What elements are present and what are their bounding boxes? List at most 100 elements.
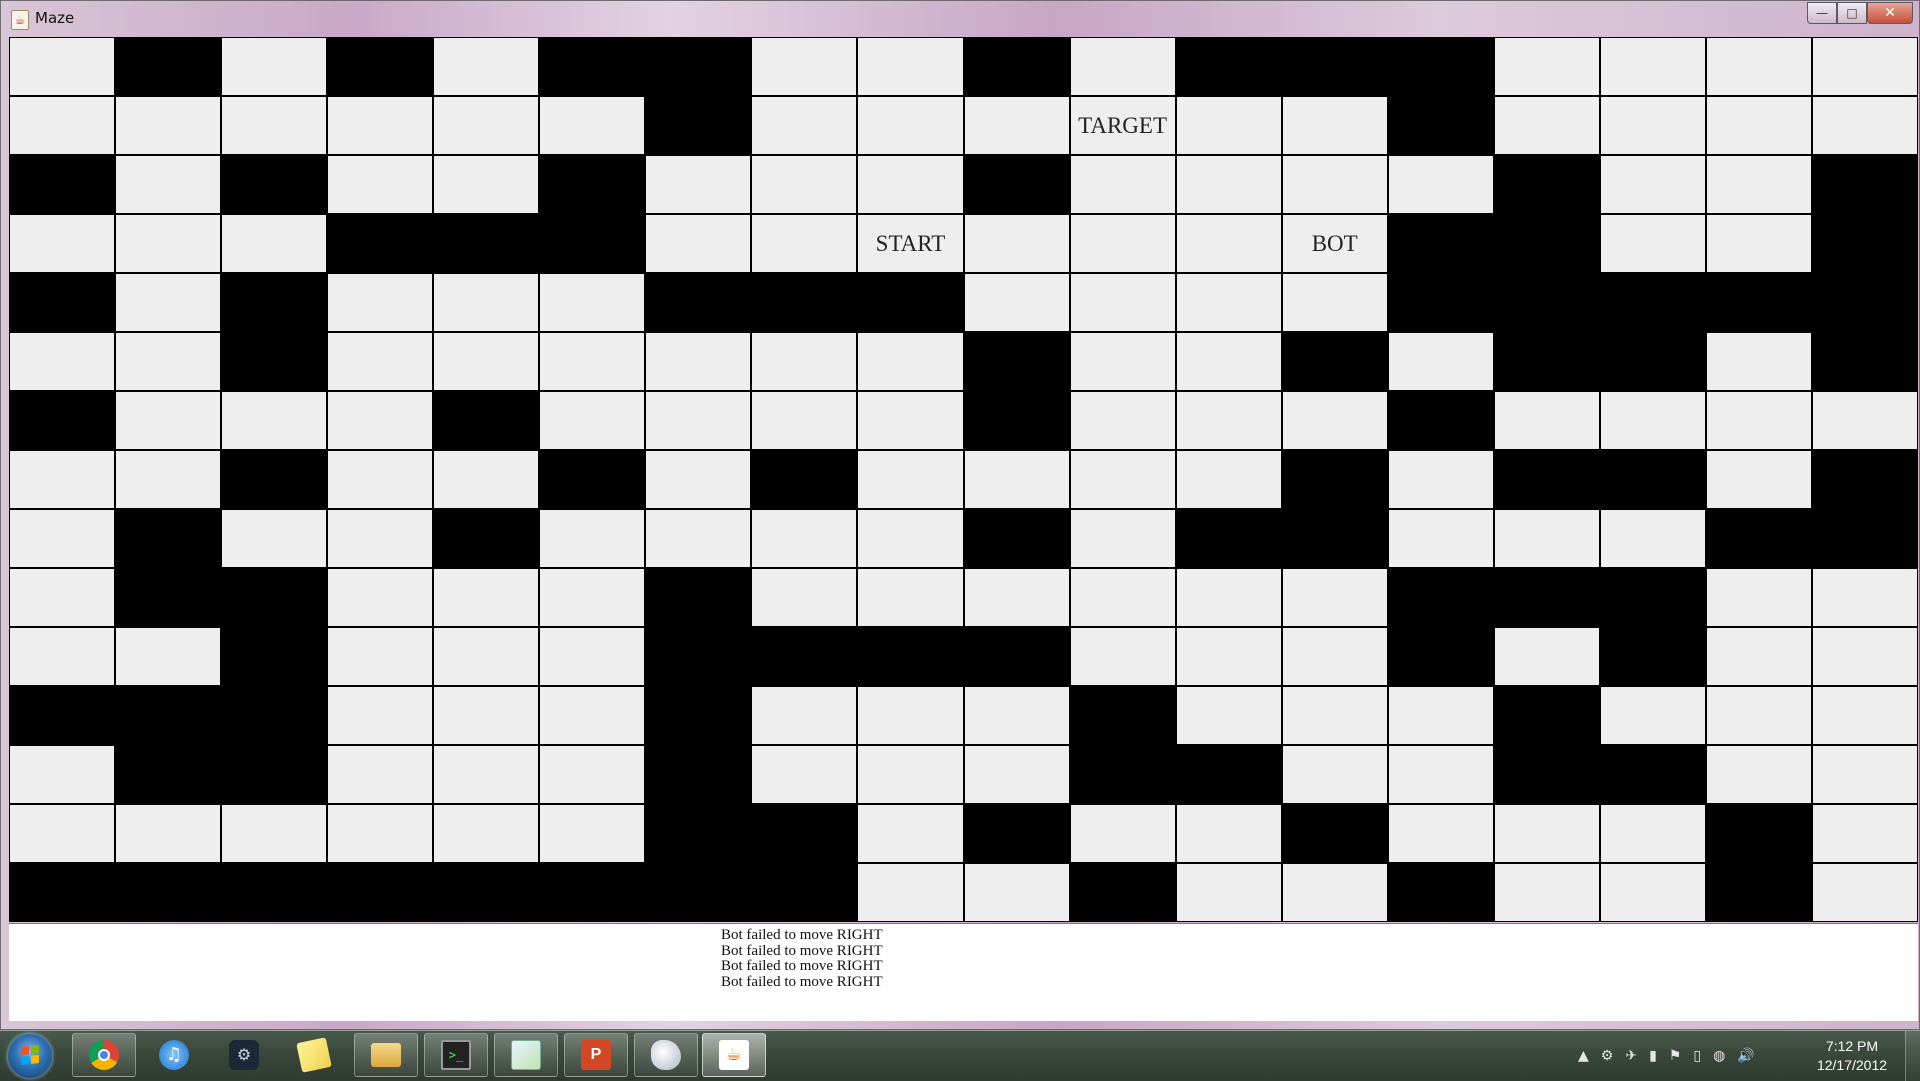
maze-open-cell bbox=[9, 627, 116, 686]
action-center-flag-icon[interactable]: ⚑ bbox=[1669, 1048, 1682, 1064]
power-icon[interactable]: ▯ bbox=[1693, 1048, 1701, 1064]
maze-open-cell bbox=[1599, 391, 1706, 450]
maze-open-cell bbox=[857, 745, 964, 804]
maze-open-cell bbox=[1493, 509, 1600, 568]
steam-icon: ⚙ bbox=[229, 1040, 259, 1070]
maze-wall-cell bbox=[645, 804, 752, 863]
taskbar-button-bluej[interactable] bbox=[634, 1033, 698, 1077]
maze-wall-cell bbox=[115, 686, 222, 745]
maze-open-cell bbox=[327, 804, 434, 863]
taskbar-button-powerpoint[interactable]: P bbox=[564, 1033, 628, 1077]
log-line: Bot failed to move RIGHT bbox=[721, 942, 883, 959]
update-icon[interactable]: ◍ bbox=[1713, 1048, 1725, 1064]
maze-open-cell bbox=[1387, 509, 1494, 568]
maze-wall-cell bbox=[115, 745, 222, 804]
maze-open-cell bbox=[1175, 568, 1282, 627]
maze-wall-cell bbox=[1599, 332, 1706, 391]
minimize-button[interactable]: — bbox=[1807, 2, 1837, 24]
maze-wall-cell bbox=[1069, 686, 1176, 745]
maze-open-cell bbox=[539, 804, 646, 863]
maze-open-cell bbox=[327, 391, 434, 450]
maze-open-cell bbox=[1705, 37, 1812, 96]
close-button[interactable]: ✕ bbox=[1867, 2, 1913, 24]
taskbar-button-file-explorer[interactable] bbox=[354, 1033, 418, 1077]
maze-wall-cell bbox=[115, 863, 222, 922]
maze-wall-cell bbox=[221, 450, 328, 509]
maze-open-cell bbox=[9, 450, 116, 509]
maze-open-cell bbox=[1069, 509, 1176, 568]
maze-open-cell bbox=[1175, 686, 1282, 745]
network-icon[interactable]: ▮ bbox=[1649, 1048, 1657, 1064]
maze-open-cell bbox=[327, 96, 434, 155]
volume-icon[interactable]: 🔊 bbox=[1737, 1048, 1754, 1064]
maze-open-cell bbox=[1705, 96, 1812, 155]
maze-open-cell bbox=[1811, 391, 1918, 450]
maze-wall-cell bbox=[645, 37, 752, 96]
show-hidden-icons-icon[interactable]: ▲ bbox=[1578, 1048, 1589, 1064]
maze-open-cell bbox=[433, 273, 540, 332]
taskbar-button-console[interactable]: >_ bbox=[424, 1033, 488, 1077]
maze-wall-cell bbox=[1281, 804, 1388, 863]
maze-wall-cell bbox=[221, 627, 328, 686]
bird-tray-icon[interactable]: ✈ bbox=[1625, 1048, 1637, 1064]
maze-open-cell bbox=[221, 391, 328, 450]
maze-open-cell bbox=[9, 745, 116, 804]
maze-wall-cell bbox=[115, 37, 222, 96]
maze-open-cell bbox=[1069, 450, 1176, 509]
maze-open-cell bbox=[1493, 627, 1600, 686]
maze-open-cell bbox=[1281, 568, 1388, 627]
maze-wall-cell bbox=[1387, 214, 1494, 273]
maze-open-cell bbox=[857, 332, 964, 391]
maze-open-cell bbox=[1175, 332, 1282, 391]
title-bar[interactable]: ☕ Maze — □ ✕ bbox=[1, 1, 1919, 37]
maze-open-cell bbox=[1069, 804, 1176, 863]
taskbar-button-java[interactable]: ☕ bbox=[702, 1033, 766, 1077]
maze-open-cell bbox=[327, 155, 434, 214]
maze-open-cell bbox=[1493, 391, 1600, 450]
maze-open-cell bbox=[1599, 509, 1706, 568]
steam-tray-icon[interactable]: ⚙ bbox=[1601, 1048, 1614, 1064]
maze-wall-cell bbox=[1387, 96, 1494, 155]
maze-wall-cell bbox=[1493, 332, 1600, 391]
maze-open-cell bbox=[1811, 96, 1918, 155]
maze-wall-cell bbox=[1387, 627, 1494, 686]
taskbar-button-sticky-notes[interactable] bbox=[282, 1033, 346, 1077]
maze-open-cell bbox=[1599, 863, 1706, 922]
show-desktop-button[interactable] bbox=[1905, 1031, 1920, 1081]
taskbar-button-chrome[interactable] bbox=[72, 1033, 136, 1077]
maze-open-cell bbox=[1069, 627, 1176, 686]
taskbar-button-steam[interactable]: ⚙ bbox=[212, 1033, 276, 1077]
maximize-button[interactable]: □ bbox=[1837, 2, 1867, 24]
maze-wall-cell bbox=[221, 686, 328, 745]
log-line: Bot failed to move RIGHT bbox=[721, 973, 883, 990]
maze-wall-cell bbox=[1387, 391, 1494, 450]
powerpoint-icon: P bbox=[581, 1040, 611, 1070]
maze-open-cell bbox=[751, 509, 858, 568]
maze-open-cell bbox=[433, 686, 540, 745]
maze-wall-cell bbox=[963, 155, 1070, 214]
maze-wall-cell bbox=[1599, 627, 1706, 686]
taskbar-button-paint[interactable] bbox=[494, 1033, 558, 1077]
bluej-icon bbox=[651, 1040, 681, 1070]
maze-open-cell bbox=[221, 96, 328, 155]
maze-wall-cell bbox=[1175, 509, 1282, 568]
start-button[interactable] bbox=[8, 1034, 52, 1078]
maze-open-cell bbox=[1599, 155, 1706, 214]
maze-open-cell bbox=[221, 214, 328, 273]
java-app-icon[interactable]: ☕ bbox=[11, 10, 29, 30]
maze-open-cell bbox=[9, 509, 116, 568]
maze-open-cell bbox=[751, 332, 858, 391]
taskbar-button-itunes[interactable]: ♫ bbox=[142, 1033, 206, 1077]
maze-open-cell bbox=[1705, 568, 1812, 627]
maze-open-cell bbox=[1705, 155, 1812, 214]
maze-wall-cell bbox=[1281, 509, 1388, 568]
maze-open-cell bbox=[1493, 37, 1600, 96]
maze-wall-cell bbox=[539, 863, 646, 922]
maze-wall-cell bbox=[539, 37, 646, 96]
maze-open-cell bbox=[115, 627, 222, 686]
maze-wall-cell bbox=[1493, 273, 1600, 332]
clock[interactable]: 7:12 PM 12/17/2012 bbox=[1804, 1037, 1900, 1075]
maze-open-cell bbox=[1811, 37, 1918, 96]
maze-wall-cell bbox=[751, 273, 858, 332]
maze-open-cell bbox=[115, 214, 222, 273]
